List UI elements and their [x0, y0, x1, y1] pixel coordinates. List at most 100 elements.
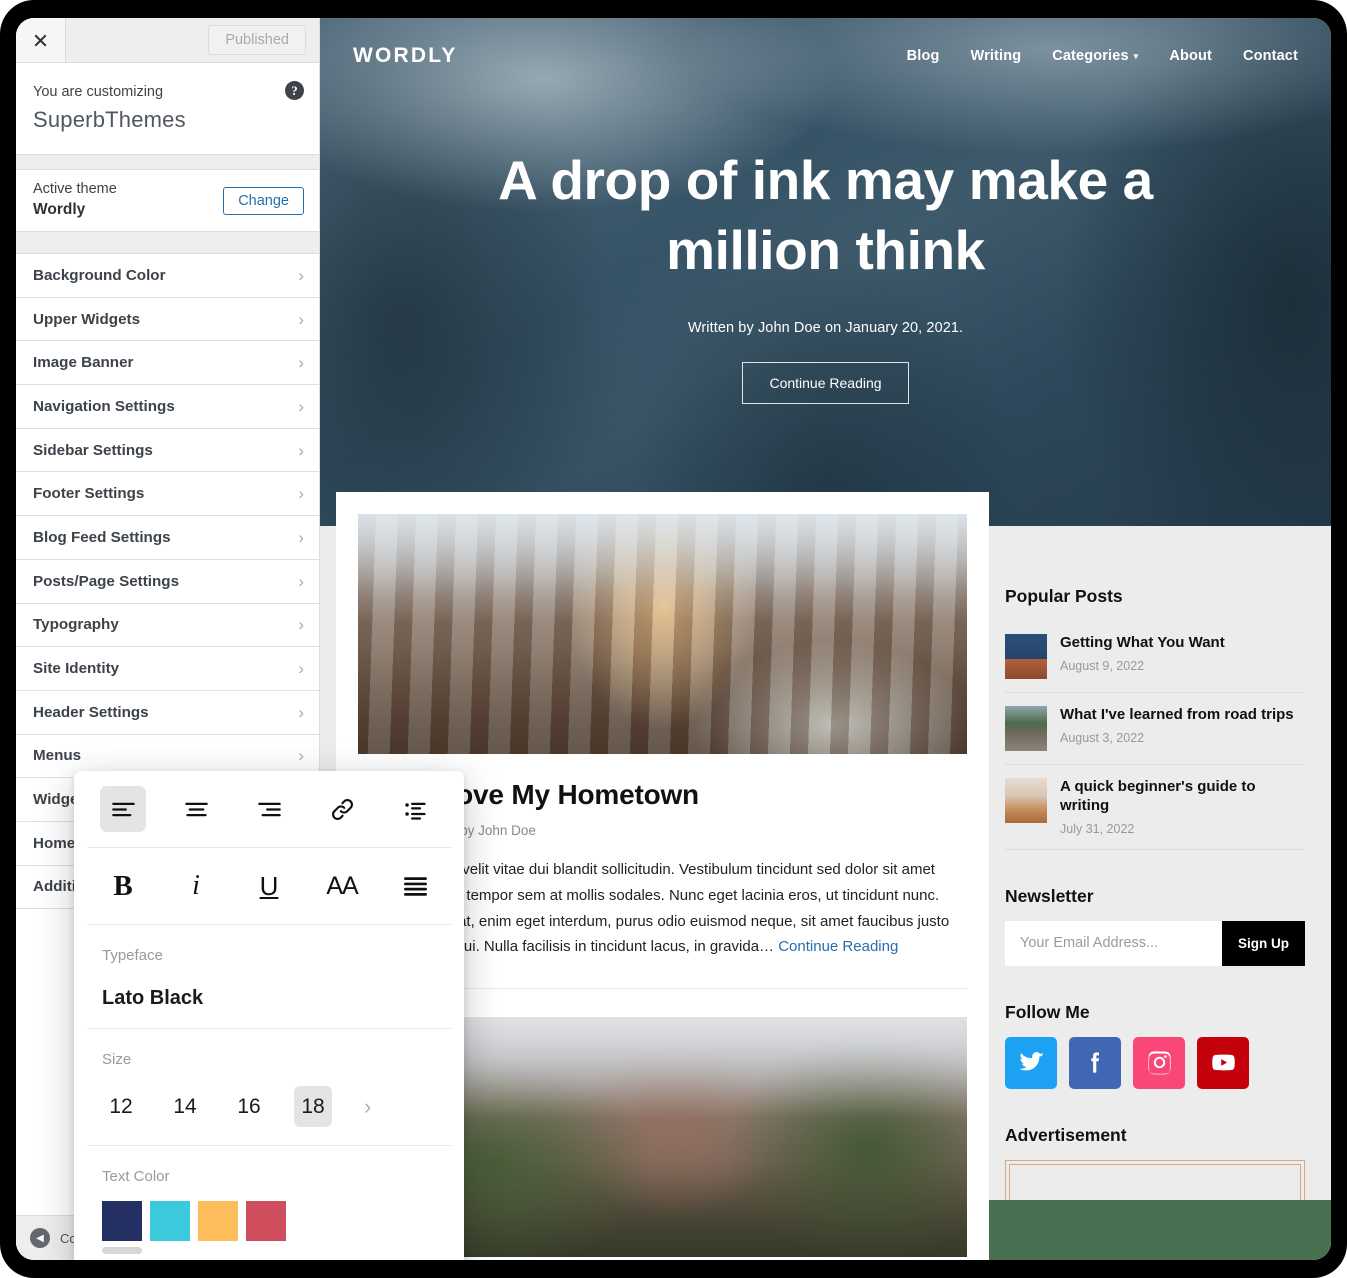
signup-button[interactable]: Sign Up [1222, 920, 1305, 966]
chevron-right-icon: › [298, 746, 304, 766]
list-item-text: What I've learned from road trips August… [1060, 706, 1305, 745]
font-size-button[interactable]: AA [319, 863, 365, 909]
chevron-right-icon: › [298, 615, 304, 635]
nav-item-writing[interactable]: Writing [971, 48, 1022, 64]
nav-item-categories[interactable]: Categories ▾ [1052, 48, 1138, 64]
nav-item-contact[interactable]: Contact [1243, 48, 1298, 64]
sidebar-item-typography[interactable]: Typography › [16, 603, 319, 648]
site-logo[interactable]: WORDLY [353, 44, 458, 68]
nav-item-blog[interactable]: Blog [907, 48, 940, 64]
newsletter-form: Sign Up [1005, 920, 1305, 966]
size-option-14[interactable]: 14 [166, 1086, 204, 1127]
align-center-icon[interactable] [173, 786, 219, 832]
text-color-label: Text Color [102, 1168, 170, 1185]
spacer [16, 155, 319, 170]
sidebar: Popular Posts Getting What You Want Augu… [1005, 586, 1315, 1260]
chevron-right-icon: › [298, 309, 304, 329]
typeface-value[interactable]: Lato Black [102, 987, 436, 1010]
line-spacing-icon[interactable] [392, 863, 438, 909]
sidebar-item-blog-feed-settings[interactable]: Blog Feed Settings › [16, 516, 319, 560]
primary-navigation: Blog Writing Categories ▾ About Contact [907, 48, 1298, 64]
widget-newsletter: Newsletter Sign Up [1005, 886, 1305, 966]
section-label: Upper Widgets [33, 310, 141, 328]
sidebar-item-header-settings[interactable]: Header Settings › [16, 690, 319, 735]
close-icon[interactable] [16, 18, 66, 62]
sidebar-item-footer-settings[interactable]: Footer Settings › [16, 472, 319, 517]
thumbnail-image [1005, 778, 1047, 823]
color-swatch-red[interactable] [246, 1201, 286, 1241]
link-icon[interactable] [319, 786, 365, 832]
underline-button[interactable]: U [246, 863, 292, 909]
chevron-down-icon: ▾ [1133, 50, 1139, 61]
hero-continue-reading-button[interactable]: Continue Reading [742, 361, 909, 404]
section-label: Footer Settings [33, 485, 145, 503]
popular-post-title: What I've learned from road trips [1060, 706, 1294, 723]
size-option-12[interactable]: 12 [102, 1086, 140, 1127]
widget-popular-posts: Popular Posts Getting What You Want Augu… [1005, 586, 1305, 850]
typeface-label: Typeface [102, 947, 163, 964]
italic-button[interactable]: i [173, 863, 219, 909]
section-label: Site Identity [33, 660, 120, 678]
list-item[interactable]: A quick beginner's guide to writing July… [1005, 765, 1305, 850]
sidebar-item-site-identity[interactable]: Site Identity › [16, 647, 319, 691]
size-options: 12 14 16 18 › [102, 1086, 436, 1127]
section-label: Image Banner [33, 354, 134, 372]
sidebar-item-upper-widgets[interactable]: Upper Widgets › [16, 297, 319, 342]
site-name: SuperbThemes [33, 106, 186, 132]
list-item[interactable]: What I've learned from road trips August… [1005, 693, 1305, 765]
size-option-16[interactable]: 16 [230, 1086, 268, 1127]
sidebar-item-background-color[interactable]: Background Color › [16, 254, 319, 298]
widget-title: Advertisement [1005, 1124, 1127, 1145]
instagram-icon[interactable] [1133, 1036, 1185, 1089]
section-label: Blog Feed Settings [33, 528, 171, 546]
twitter-icon[interactable] [1005, 1036, 1057, 1089]
bullet-list-icon[interactable] [392, 786, 438, 832]
sidebar-item-posts-page-settings[interactable]: Posts/Page Settings › [16, 559, 319, 604]
post-featured-image[interactable] [358, 514, 967, 754]
chevron-right-icon: › [298, 440, 304, 460]
chevron-right-icon: › [298, 571, 304, 591]
chevron-right-icon: › [298, 396, 304, 416]
list-item-text: A quick beginner's guide to writing July… [1060, 778, 1305, 836]
nav-item-about[interactable]: About [1169, 48, 1212, 64]
social-links [1005, 1036, 1305, 1089]
size-section: Size 12 14 16 18 › [74, 1029, 464, 1145]
post-continue-reading-link[interactable]: Continue Reading [778, 938, 898, 955]
font-size-label: AA [326, 871, 358, 900]
customizer-header: You are customizing SuperbThemes ? [16, 63, 319, 155]
hero-banner: WORDLY Blog Writing Categories ▾ About Co… [320, 18, 1331, 526]
youtube-icon[interactable] [1197, 1036, 1249, 1089]
color-swatch-navy[interactable] [102, 1201, 142, 1241]
size-option-18[interactable]: 18 [294, 1086, 332, 1127]
popular-post-date: August 3, 2022 [1060, 730, 1145, 745]
widget-follow-me: Follow Me [1005, 1002, 1305, 1089]
align-right-icon[interactable] [246, 786, 292, 832]
email-field[interactable] [1005, 920, 1222, 966]
color-swatch-wrap [102, 1201, 142, 1254]
align-left-icon[interactable] [100, 786, 146, 832]
chevron-right-icon: › [298, 484, 304, 504]
thumbnail-image [1005, 706, 1047, 751]
sidebar-item-sidebar-settings[interactable]: Sidebar Settings › [16, 428, 319, 473]
list-item[interactable]: Getting What You Want August 9, 2022 [1005, 621, 1305, 693]
popular-post-title: Getting What You Want [1060, 634, 1225, 651]
sidebar-item-navigation-settings[interactable]: Navigation Settings › [16, 385, 319, 429]
thumbnail-image [1005, 634, 1047, 679]
hero-content: A drop of ink may make a million think W… [320, 68, 1331, 404]
facebook-icon[interactable] [1069, 1036, 1121, 1089]
chevron-right-icon[interactable]: › [364, 1094, 371, 1120]
nav-label: Blog [906, 48, 940, 64]
section-label: Posts/Page Settings [33, 572, 180, 590]
content-area: Why I Love My Hometown August 24, 2022 b… [320, 492, 1331, 1260]
publish-button[interactable]: Published [208, 25, 306, 55]
device-frame: WORDLY Blog Writing Categories ▾ About Co… [0, 0, 1347, 1278]
typeface-section: Typeface Lato Black [74, 925, 464, 1028]
nav-label: Contact [1242, 48, 1298, 64]
help-icon[interactable]: ? [285, 81, 304, 100]
sidebar-item-image-banner[interactable]: Image Banner › [16, 341, 319, 386]
color-swatch-cyan[interactable] [150, 1201, 190, 1241]
color-swatch-orange[interactable] [198, 1201, 238, 1241]
text-format-toolbar: B i U AA Typeface Lato Black Size 12 14 [74, 771, 464, 1260]
bold-button[interactable]: B [100, 863, 146, 909]
change-theme-button[interactable]: Change [223, 186, 304, 215]
